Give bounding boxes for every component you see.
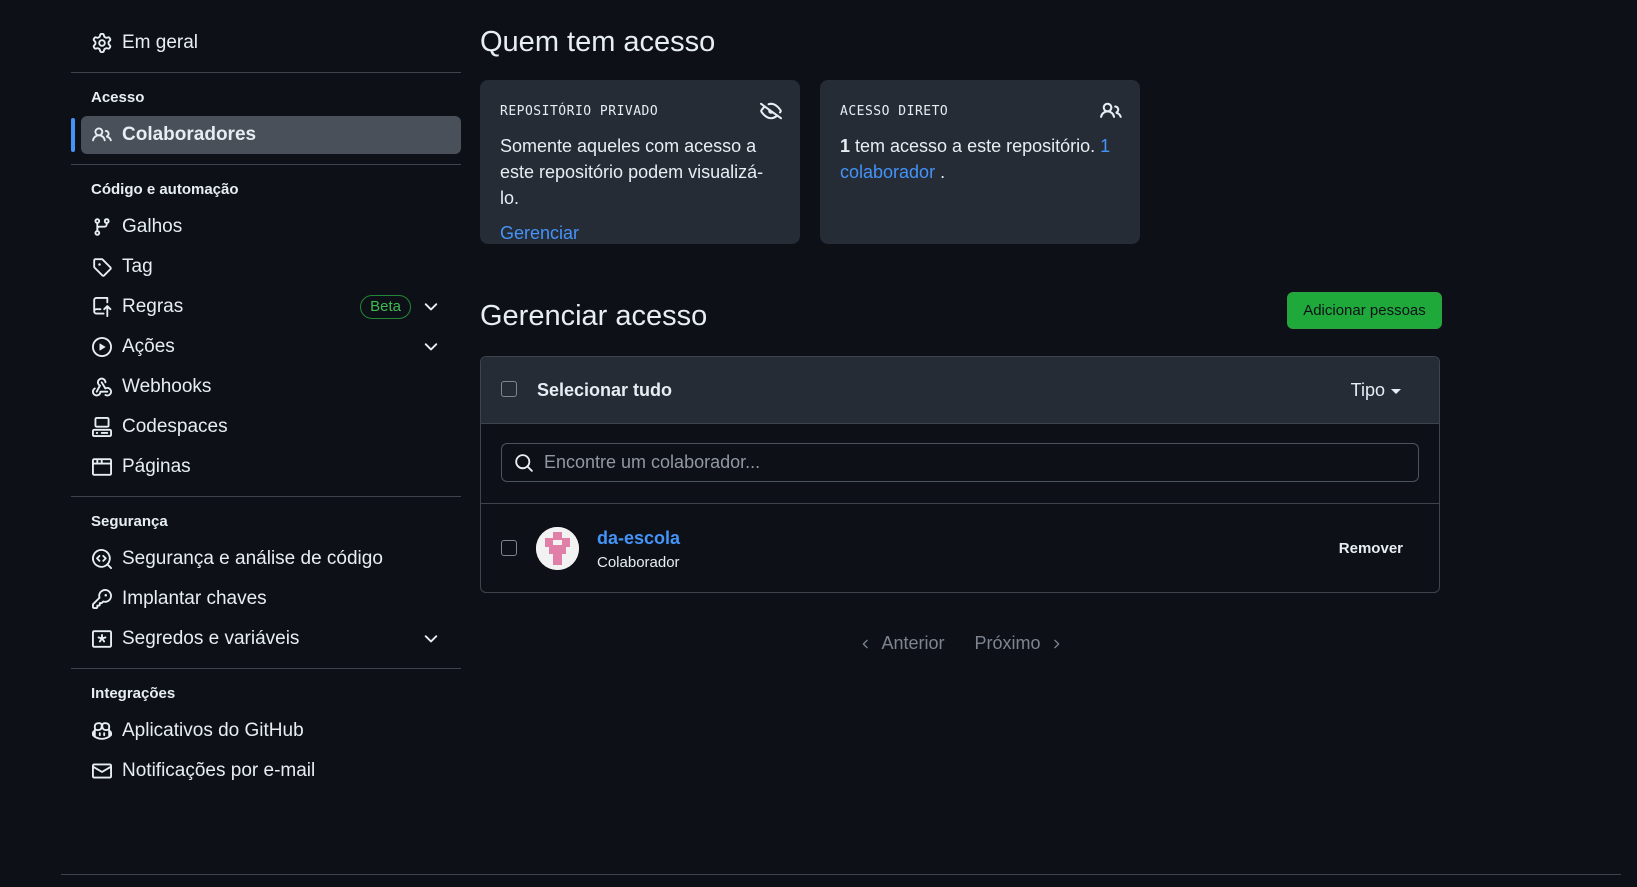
mail-icon (91, 760, 113, 782)
webhook-icon (91, 376, 113, 398)
select-all-checkbox[interactable] (501, 381, 517, 397)
sidebar-item-label: Implantar chaves (122, 588, 267, 609)
card-label: ACESSO DIRETO (840, 104, 949, 119)
sidebar-item-label: Notificações por e-mail (122, 760, 316, 781)
search-field (501, 443, 1419, 482)
type-filter-dropdown[interactable]: Tipo (1351, 380, 1401, 401)
section-heading-integrations: Integrações (91, 685, 176, 702)
asterisk-icon (91, 628, 113, 650)
sidebar-item-label: Em geral (122, 32, 199, 53)
sidebar-item-branches[interactable]: Galhos (71, 208, 461, 246)
people-icon (1100, 102, 1122, 118)
direct-access-card: ACESSO DIRETO 1 tem acesso a este reposi… (820, 80, 1140, 244)
card-description: Somente aqueles com acesso a este reposi… (500, 136, 764, 208)
settings-sidebar: Em geral Acesso Colaboradores Código e a… (71, 24, 461, 792)
sidebar-item-webhooks[interactable]: Webhooks (71, 368, 461, 406)
page-title: Quem tem acesso (480, 26, 716, 58)
card-description: 1 tem acesso a este repositório. 1 colab… (840, 133, 1120, 185)
manage-access-header: Gerenciar acesso Adicionar pessoas (480, 292, 1442, 342)
table-row: da-escola Colaborador Remover (481, 504, 1439, 592)
table-header: Selecionar tudo Tipo (481, 357, 1439, 424)
sidebar-divider (71, 164, 461, 165)
chevron-down-icon[interactable] (421, 297, 441, 317)
sidebar-item-label: Webhooks (122, 376, 212, 397)
card-text: tem acesso a este repositório. (850, 136, 1101, 156)
collaborators-table: Selecionar tudo Tipo da-escol (480, 356, 1440, 593)
identicon-image (536, 527, 579, 570)
card-label: REPOSITÓRIO PRIVADO (500, 104, 659, 119)
sidebar-item-general[interactable]: Em geral (71, 24, 461, 62)
access-cards: REPOSITÓRIO PRIVADO Somente aqueles com … (480, 80, 1442, 244)
people-icon (91, 124, 113, 146)
sidebar-item-github-apps[interactable]: Aplicativos do GitHub (71, 712, 461, 750)
sidebar-item-label: Segurança e análise de código (122, 548, 383, 569)
select-all-label: Selecionar tudo (537, 380, 673, 400)
sidebar-item-label: Segredos e variáveis (122, 628, 300, 649)
chevron-right-icon (1053, 639, 1059, 648)
search-input[interactable] (534, 451, 1418, 474)
eye-closed-icon (760, 102, 782, 120)
gear-icon (91, 32, 113, 54)
sidebar-item-label: Codespaces (122, 416, 228, 437)
sidebar-item-label: Galhos (122, 216, 183, 237)
tag-icon (91, 256, 113, 278)
previous-page-button[interactable]: Anterior (859, 633, 945, 654)
section-heading-access: Acesso (91, 89, 145, 106)
sidebar-item-tags[interactable]: Tag (71, 248, 461, 286)
manage-link[interactable]: Gerenciar (500, 223, 579, 244)
footer-divider (61, 874, 1621, 875)
add-people-button[interactable]: Adicionar pessoas (1287, 292, 1442, 329)
previous-label: Anterior (881, 633, 945, 653)
section-title: Gerenciar acesso (480, 300, 708, 332)
sidebar-item-pages[interactable]: Páginas (71, 448, 461, 486)
key-icon (91, 588, 113, 610)
sidebar-item-label: Tag (122, 256, 153, 277)
git-branch-icon (91, 216, 113, 238)
repo-push-icon (91, 296, 113, 318)
copilot-icon (91, 720, 113, 742)
card-text-tail: . (935, 162, 946, 182)
sidebar-item-secrets[interactable]: Segredos e variáveis (71, 620, 461, 658)
private-repo-card: REPOSITÓRIO PRIVADO Somente aqueles com … (480, 80, 800, 244)
next-label: Próximo (974, 633, 1041, 653)
main-content: Quem tem acesso REPOSITÓRIO PRIVADO Some… (480, 26, 1442, 654)
member-name-link[interactable]: da-escola (597, 528, 680, 549)
member-checkbox[interactable] (501, 540, 517, 556)
avatar[interactable] (536, 527, 579, 570)
sidebar-item-rules[interactable]: Regras Beta (71, 288, 461, 326)
sidebar-item-label: Colaboradores (122, 124, 257, 145)
pagination: Anterior Próximo (480, 633, 1442, 654)
browser-icon (91, 456, 113, 478)
search-icon (515, 453, 533, 472)
codescan-icon (91, 548, 113, 570)
beta-badge: Beta (360, 295, 411, 319)
codespaces-icon (91, 416, 113, 438)
sidebar-item-codespaces[interactable]: Codespaces (71, 408, 461, 446)
section-heading-code-automation: Código e automação (91, 181, 239, 198)
chevron-left-icon (863, 639, 869, 648)
sidebar-divider (71, 72, 461, 73)
sidebar-item-deploy-keys[interactable]: Implantar chaves (71, 580, 461, 618)
sidebar-item-email-notifications[interactable]: Notificações por e-mail (71, 752, 461, 790)
caret-down-icon (1391, 389, 1401, 394)
sidebar-item-label: Regras (122, 296, 184, 317)
chevron-down-icon[interactable] (421, 337, 441, 357)
sidebar-divider (71, 496, 461, 497)
sidebar-item-label: Ações (122, 336, 175, 357)
collaborator-count: 1 (840, 136, 851, 156)
type-filter-label: Tipo (1350, 380, 1385, 400)
section-heading-security: Segurança (91, 513, 168, 530)
play-icon (91, 336, 113, 358)
sidebar-item-label: Páginas (122, 456, 191, 477)
sidebar-item-label: Aplicativos do GitHub (122, 720, 304, 741)
next-page-button[interactable]: Próximo (975, 633, 1063, 654)
member-role: Colaborador (597, 554, 680, 571)
sidebar-item-code-security[interactable]: Segurança e análise de código (71, 540, 461, 578)
search-row (481, 424, 1439, 504)
sidebar-item-collaborators[interactable]: Colaboradores (71, 116, 461, 154)
sidebar-divider (71, 668, 461, 669)
sidebar-item-actions[interactable]: Ações (71, 328, 461, 366)
remove-button[interactable]: Remover (1339, 540, 1403, 557)
chevron-down-icon[interactable] (421, 629, 441, 649)
